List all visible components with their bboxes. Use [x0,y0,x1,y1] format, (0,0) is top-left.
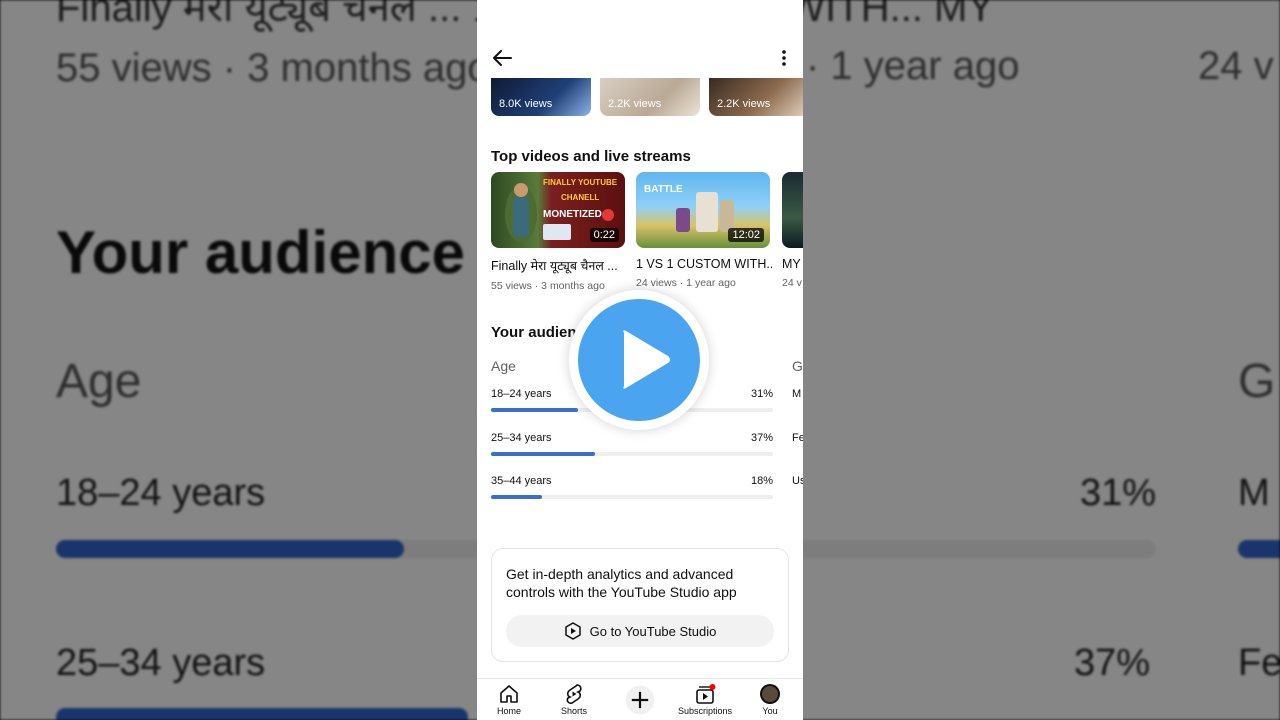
age-percent: 31% [750,388,773,400]
video-duration: 0:22 [589,228,619,242]
gender-label: M [792,388,802,400]
age-range-label: 18–24 years [491,388,552,400]
video-card[interactable]: MY 24 v [782,172,803,289]
video-thumbnail[interactable] [782,172,803,248]
thumb-text-3: MONETIZED [543,209,602,220]
recent-thumbs-row: 8.0K views 2.2K views 2.2K views [491,78,803,118]
more-vert-icon[interactable] [779,48,789,68]
recent-thumb[interactable]: 2.2K views [600,78,700,116]
thumb-text-2: CHANELL [561,193,600,202]
top-videos-heading: Top videos and live streams [491,148,691,165]
video-card[interactable]: FINALLY YOUTUBE CHANELL MONETIZED 0:22 F… [491,172,627,292]
video-title: MY [782,257,801,271]
thumb-views: 2.2K views [717,98,771,110]
age-bar-track [491,452,773,456]
video-duration: 12:02 [728,228,764,242]
recent-thumb[interactable]: 2.2K views [709,78,803,116]
gender-column-label: G [792,358,803,374]
shorts-icon [566,684,582,704]
age-bar-fill [491,408,579,412]
age-percent: 37% [750,432,773,444]
gender-label: Fe [792,432,803,444]
play-icon [623,330,670,389]
nav-you-label: You [762,706,778,716]
video-title: Finally मेरा यूट्यूब चैनल ... [491,259,618,273]
video-thumbnail[interactable]: BATTLE 12:02 [636,172,770,248]
nav-subscriptions[interactable]: Subscriptions [675,683,735,716]
gender-label: Us [792,475,803,487]
red-dot [602,209,614,221]
nav-subscriptions-label: Subscriptions [677,706,733,716]
top-bar [477,38,803,78]
thumb-views: 2.2K views [608,98,662,110]
back-arrow-icon[interactable] [491,48,513,68]
video-frame: Finally मेरा यूट्यूब चैनल ... 1 VS 1 CUS… [0,0,1280,720]
play-button-fill [578,299,700,421]
video-thumbnail[interactable]: FINALLY YOUTUBE CHANELL MONETIZED 0:22 [491,172,625,248]
subscriptions-icon [696,684,716,704]
nav-you[interactable]: You [740,683,800,716]
play-button[interactable] [569,290,709,430]
thumb-text-1: BATTLE [644,184,683,195]
nav-home[interactable]: Home [479,683,539,716]
age-percent: 18% [750,475,773,487]
video-meta: 24 v [782,277,802,289]
video-meta: 55 views · 3 months ago [491,280,605,292]
recent-thumb[interactable]: 8.0K views [491,78,591,116]
video-card[interactable]: BATTLE 12:02 1 VS 1 CUSTOM WITH... 24 vi… [636,172,772,289]
thumb-text-1: FINALLY YOUTUBE [543,178,618,187]
studio-icon [564,622,581,640]
home-icon [500,685,518,703]
nav-home-label: Home [496,706,521,716]
age-bar-fill [491,452,596,456]
bottom-navigation: Home Shorts Subscriptions You [477,678,803,720]
age-bar-fill [491,495,542,499]
age-range-label: 35–44 years [491,475,552,487]
studio-promo-text: Get in-depth analytics and advanced cont… [506,566,737,600]
create-button[interactable] [610,685,670,715]
video-title: 1 VS 1 CUSTOM WITH... [636,257,772,271]
go-to-studio-button[interactable]: Go to YouTube Studio [506,615,774,647]
thumb-views: 8.0K views [499,98,553,110]
age-range-label: 25–34 years [491,432,552,444]
nav-shorts[interactable]: Shorts [544,683,604,716]
go-to-studio-label: Go to YouTube Studio [589,623,717,639]
plus-icon [625,685,655,715]
nav-shorts-label: Shorts [560,706,587,716]
age-column-label: Age [491,358,516,374]
avatar [760,684,780,704]
age-bar-track [491,495,773,499]
video-meta: 24 views · 1 year ago [636,277,736,289]
studio-promo-card: Get in-depth analytics and advanced cont… [491,548,789,662]
